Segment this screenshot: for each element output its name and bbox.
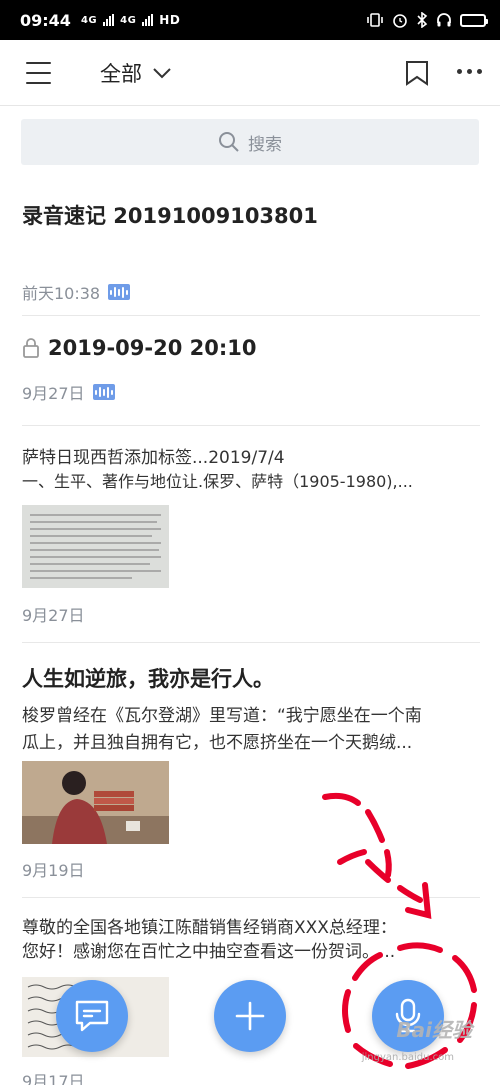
network-indicator: 4G 4G HD bbox=[81, 13, 180, 27]
audio-icon bbox=[92, 384, 115, 400]
search-icon bbox=[219, 132, 239, 152]
divider bbox=[22, 897, 480, 898]
add-note-button[interactable] bbox=[214, 980, 286, 1052]
status-icons bbox=[366, 12, 488, 28]
message-button[interactable] bbox=[56, 980, 128, 1052]
audio-icon bbox=[108, 284, 131, 300]
status-bar: 09:44 4G 4G HD bbox=[0, 0, 500, 40]
chevron-down-icon bbox=[153, 68, 171, 79]
note-date: 9月27日 bbox=[22, 384, 85, 403]
plus-icon bbox=[235, 1001, 265, 1031]
alarm-icon bbox=[393, 14, 407, 28]
headphone-icon bbox=[437, 13, 451, 27]
note-thumbnail bbox=[22, 761, 169, 844]
note-title: 录音速记 20191009103801 bbox=[22, 204, 318, 228]
signal-icon bbox=[103, 14, 115, 26]
note-title: 人生如逆旅，我亦是行人。 bbox=[22, 667, 274, 691]
search-placeholder: 搜索 bbox=[248, 134, 282, 155]
folder-label: 全部 bbox=[100, 62, 142, 86]
note-title: 2019-09-20 20:10 bbox=[48, 336, 257, 360]
divider bbox=[22, 425, 480, 426]
note-thumbnail bbox=[22, 505, 169, 588]
folder-selector[interactable]: 全部 bbox=[100, 58, 172, 88]
note-title: 尊敬的全国各地镇江陈醋销售经销商XXX总经理： bbox=[22, 918, 397, 938]
note-meta: 9月17日 bbox=[22, 1068, 480, 1085]
lock-icon bbox=[23, 338, 39, 358]
note-excerpt-line-2: 瓜上，并且独自拥有它，也不愿挤坐在一个天鹅绒... bbox=[22, 733, 413, 753]
battery-icon bbox=[460, 13, 488, 27]
note-meta: 9月27日 bbox=[22, 380, 480, 404]
note-excerpt: 一、生平、著作与地位让.保罗、萨特（1905-1980),... bbox=[22, 472, 413, 491]
watermark-url: jingyan.baidu.com bbox=[361, 1052, 454, 1063]
divider bbox=[22, 315, 480, 316]
note-item[interactable]: 人生如逆旅，我亦是行人。 梭罗曾经在《瓦尔登湖》里写道：“我宁愿坐在一个南 瓜上… bbox=[22, 663, 480, 757]
bookmark-icon[interactable] bbox=[405, 60, 429, 86]
note-date: 9月17日 bbox=[22, 1072, 85, 1085]
note-title-row: 2019-09-20 20:10 bbox=[22, 336, 480, 360]
note-excerpt-line-1: 梭罗曾经在《瓦尔登湖》里写道：“我宁愿坐在一个南 bbox=[22, 706, 422, 726]
hd-label: HD bbox=[159, 13, 181, 27]
note-date: 9月27日 bbox=[22, 606, 85, 625]
note-item[interactable]: 萨特日现西哲添加标签...2019/7/4 一、生平、著作与地位让.保罗、萨特（… bbox=[22, 446, 480, 494]
note-date: 9月19日 bbox=[22, 861, 85, 880]
message-icon bbox=[75, 1000, 109, 1032]
bluetooth-icon bbox=[417, 12, 428, 28]
signal-icon-2 bbox=[142, 14, 154, 26]
note-title: 萨特日现西哲添加标签...2019/7/4 bbox=[22, 448, 285, 468]
document-image bbox=[22, 505, 169, 588]
note-item[interactable]: 尊敬的全国各地镇江陈醋销售经销商XXX总经理： 您好！感谢您在百忙之中抽空查看这… bbox=[22, 916, 480, 964]
status-time: 09:44 bbox=[20, 10, 71, 30]
more-icon[interactable] bbox=[457, 69, 482, 74]
watermark: Bai经验 bbox=[396, 1018, 472, 1042]
note-meta: 9月27日 bbox=[22, 602, 480, 626]
app-bar: 全部 bbox=[0, 40, 500, 106]
divider bbox=[22, 642, 480, 643]
network-label-1: 4G bbox=[80, 14, 98, 26]
search-input[interactable]: 搜索 bbox=[21, 119, 479, 165]
photo-image bbox=[22, 761, 169, 844]
vibrate-icon bbox=[367, 13, 383, 27]
note-date: 前天10:38 bbox=[22, 284, 101, 303]
network-label-2: 4G bbox=[120, 14, 137, 26]
menu-icon[interactable] bbox=[26, 62, 51, 84]
note-meta: 前天10:38 bbox=[22, 280, 480, 304]
note-item[interactable]: 2019-09-20 20:10 9月27日 bbox=[22, 336, 480, 421]
note-excerpt: 您好！感谢您在百忙之中抽空查看这一份贺词。... bbox=[22, 942, 396, 962]
note-meta: 9月19日 bbox=[22, 857, 480, 881]
note-item[interactable]: 录音速记 20191009103801 前天10:38 bbox=[22, 200, 480, 310]
